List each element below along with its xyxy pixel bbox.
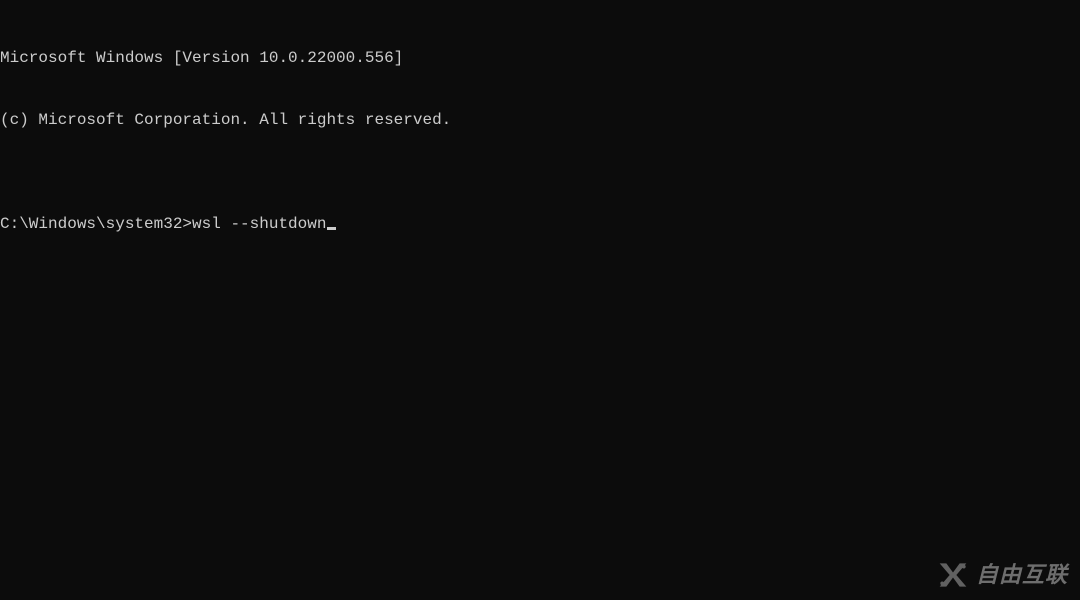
banner-line-2: (c) Microsoft Corporation. All rights re… — [0, 110, 1080, 131]
cursor-icon — [327, 227, 336, 230]
prompt-line[interactable]: C:\Windows\system32> wsl --shutdown — [0, 214, 1080, 235]
watermark: 自由互联 — [936, 560, 1068, 590]
command-input[interactable]: wsl --shutdown — [192, 214, 326, 235]
watermark-text: 自由互联 — [976, 561, 1068, 590]
x-logo-icon — [936, 560, 970, 590]
prompt: C:\Windows\system32> — [0, 214, 192, 235]
banner-line-1: Microsoft Windows [Version 10.0.22000.55… — [0, 48, 1080, 69]
terminal-output[interactable]: Microsoft Windows [Version 10.0.22000.55… — [0, 0, 1080, 256]
